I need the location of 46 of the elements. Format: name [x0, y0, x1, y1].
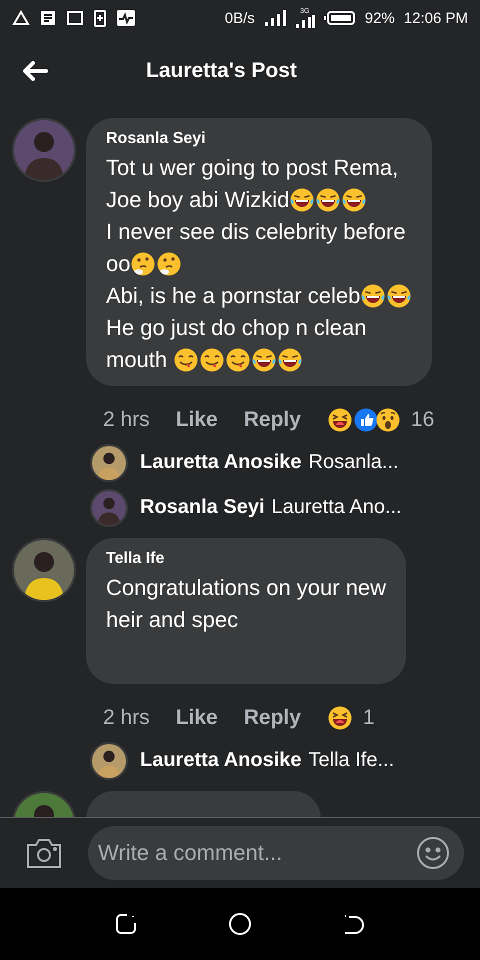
- avatar[interactable]: [90, 742, 128, 780]
- recent-apps-icon[interactable]: [115, 913, 138, 935]
- network-speed: 0B/s: [224, 10, 255, 26]
- clock: 12:06 PM: [404, 10, 468, 26]
- comment-text: mouth: [106, 347, 168, 373]
- notification-icon: [12, 9, 30, 27]
- comment-text: I never see dis celebrity before: [106, 219, 406, 245]
- avatar[interactable]: [90, 444, 128, 482]
- back-arrow-icon[interactable]: [22, 60, 48, 82]
- reply-button[interactable]: Reply: [244, 706, 301, 730]
- comment-text: Congratulations on your new: [106, 575, 386, 601]
- battery-icon: [324, 10, 356, 26]
- comment-text: Joe boy abi Wizkid: [106, 187, 290, 213]
- commenter-name[interactable]: Tella Ife: [106, 550, 386, 568]
- comment-text: Tot u wer going to post Rema,: [106, 155, 398, 181]
- comment-time: 2 hrs: [103, 408, 150, 432]
- reply-author[interactable]: Lauretta Anosike: [140, 749, 302, 772]
- reaction-count: 1: [362, 706, 375, 730]
- reply-author[interactable]: Rosanla Seyi: [140, 496, 265, 519]
- like-button[interactable]: Like: [176, 706, 218, 730]
- message-icon: [39, 9, 57, 27]
- battery-level: 92%: [364, 10, 395, 26]
- battery-saver-icon: [93, 8, 107, 28]
- comment-time: 2 hrs: [103, 706, 150, 730]
- reply-preview[interactable]: Lauretta Ano...: [272, 496, 402, 519]
- camera-icon[interactable]: [26, 837, 62, 869]
- home-icon[interactable]: [228, 912, 252, 936]
- emoji-icon[interactable]: [416, 836, 450, 870]
- signal-icon: [294, 15, 315, 28]
- commenter-name[interactable]: Rosanla Seyi: [106, 130, 412, 148]
- comment-text: Abi, is he a pornstar celeb: [106, 283, 360, 309]
- comment-text: oo: [106, 251, 130, 277]
- reply-button[interactable]: Reply: [244, 408, 301, 432]
- reply-author[interactable]: Lauretta Anosike: [140, 451, 302, 474]
- activity-icon: [116, 9, 136, 27]
- reply-preview[interactable]: Tella Ife...: [308, 749, 394, 772]
- comment-text: heir and spec: [106, 607, 238, 633]
- like-button[interactable]: Like: [176, 408, 218, 432]
- reply-preview[interactable]: Rosanla...: [308, 451, 399, 474]
- reaction-count: 16: [410, 408, 434, 432]
- comment-text: He go just do chop n clean: [106, 315, 367, 341]
- page-title: Lauretta's Post: [146, 59, 297, 83]
- comment-field[interactable]: Write a comment...: [88, 826, 464, 880]
- screenshot-icon: [66, 9, 84, 27]
- signal-icon: [264, 10, 286, 26]
- back-icon[interactable]: [342, 913, 365, 935]
